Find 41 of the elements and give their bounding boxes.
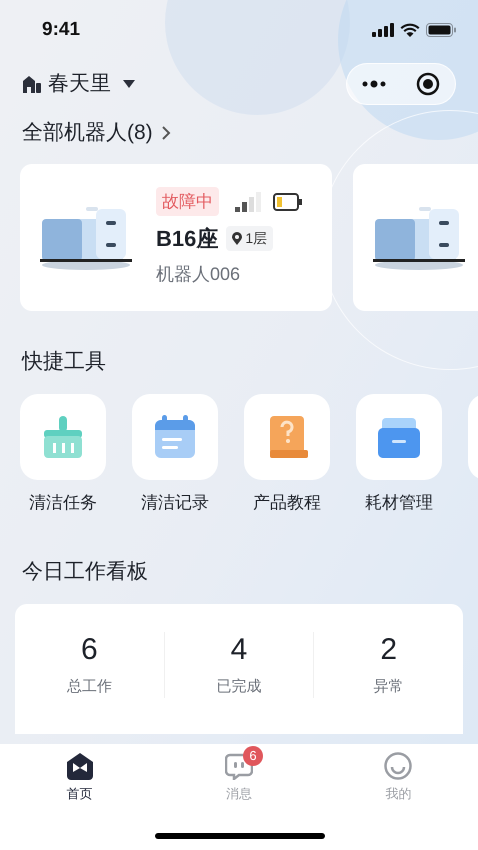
smile-icon [384, 752, 412, 780]
tool-label: 耗材管理 [365, 492, 433, 514]
stat-label: 已完成 [216, 676, 262, 696]
tool-label: 产品教程 [253, 492, 321, 514]
robot-location: B16座 [156, 225, 218, 254]
wifi-icon [400, 23, 420, 37]
tool-tile[interactable] [244, 394, 330, 480]
tool-tile[interactable] [356, 394, 442, 480]
battery-icon [273, 192, 303, 210]
pin-icon [232, 232, 242, 246]
close-icon[interactable] [416, 72, 440, 96]
caret-icon [123, 80, 135, 88]
home-icon [64, 752, 95, 780]
signal-icon [372, 23, 394, 37]
tool-tile[interactable] [132, 394, 218, 480]
location-selector[interactable]: 春天里 [22, 68, 135, 100]
tab-item[interactable]: 6 消息 [159, 744, 319, 804]
stat-label: 异常 [374, 676, 404, 696]
more-icon[interactable] [362, 80, 386, 88]
section-title: 今日工作看板 [22, 558, 149, 584]
building-icon [22, 74, 42, 94]
chevron-right-icon [160, 125, 171, 141]
status-badge: 故障中 [156, 186, 219, 216]
tab-item[interactable]: 首页 [0, 744, 160, 804]
tool-tile[interactable] [20, 394, 106, 480]
status-time: 9:41 [42, 18, 80, 42]
signal-icon [235, 192, 263, 212]
stat-value: 2 [380, 632, 398, 668]
battery-icon [426, 23, 456, 37]
tool-label: 清洁记录 [141, 492, 209, 514]
section-link[interactable]: 全部机器人(8) [22, 118, 478, 148]
section-title: 快捷工具 [22, 349, 107, 375]
robot-name: 机器人006 [156, 263, 242, 286]
stat-value: 4 [230, 632, 248, 668]
stat-value: 6 [80, 632, 98, 668]
notification-badge: 6 [242, 746, 263, 766]
tool-label: 清洁任务 [29, 492, 97, 514]
floor-text: 1层 [245, 229, 268, 248]
stat-label: 总工作 [66, 676, 112, 696]
calendar-icon [152, 414, 198, 460]
robot-card[interactable]: 故障中 B16座 1层 机器人006 [20, 164, 332, 311]
